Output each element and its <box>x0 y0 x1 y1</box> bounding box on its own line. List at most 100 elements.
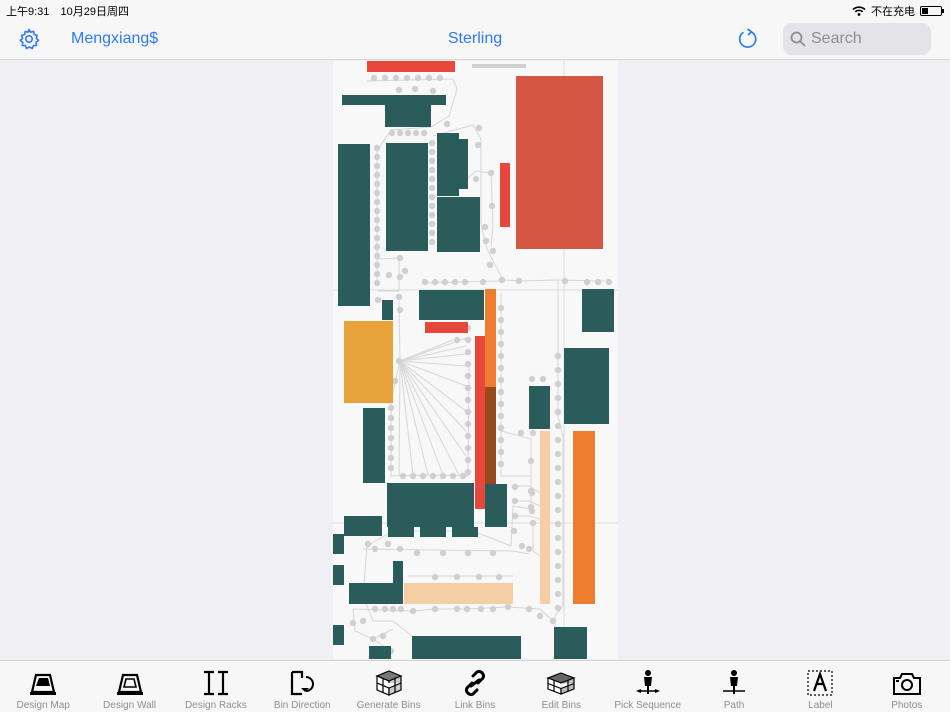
red-bin[interactable] <box>475 336 485 509</box>
rack[interactable] <box>437 197 480 252</box>
map-svg[interactable] <box>333 61 618 659</box>
path-node <box>510 527 518 535</box>
tab-bar: Design Map Design Wall Design Racks Bin … <box>0 660 950 712</box>
rack[interactable] <box>420 527 446 537</box>
page-title[interactable]: Sterling <box>448 30 502 47</box>
red-bin[interactable] <box>500 163 510 227</box>
tab-design-racks[interactable]: Design Racks <box>173 661 259 712</box>
path-node <box>373 243 381 251</box>
path-node <box>419 472 427 480</box>
path-node <box>428 238 436 246</box>
rack[interactable] <box>338 144 370 306</box>
orange-bin[interactable] <box>573 431 595 604</box>
path-node <box>554 534 562 542</box>
path-node <box>554 408 562 416</box>
rack[interactable] <box>459 139 468 189</box>
warehouse-map[interactable] <box>333 61 618 659</box>
rack[interactable] <box>369 646 391 659</box>
red-bin[interactable] <box>367 61 455 72</box>
tab-path[interactable]: Path <box>691 661 777 712</box>
orange-bin[interactable] <box>485 289 496 387</box>
path-node <box>477 605 485 613</box>
rack[interactable] <box>452 527 478 537</box>
rack[interactable] <box>333 625 344 645</box>
rack[interactable] <box>333 565 344 585</box>
rack[interactable] <box>385 105 431 127</box>
path-node <box>387 434 395 442</box>
tab-photos[interactable]: Photos <box>864 661 950 712</box>
search-input[interactable] <box>811 29 923 49</box>
tab-label[interactable]: Label <box>777 661 863 712</box>
rack[interactable] <box>437 133 459 196</box>
path-node <box>373 216 381 224</box>
tab-label: Design Racks <box>185 700 247 711</box>
rack[interactable] <box>419 290 484 320</box>
gray-bar[interactable] <box>472 64 526 68</box>
status-right: 不在充电 <box>852 3 944 19</box>
rack[interactable] <box>344 516 382 536</box>
path-node <box>413 549 421 557</box>
peach-bin[interactable] <box>404 583 513 604</box>
path-node <box>399 472 407 480</box>
search-box[interactable] <box>783 23 931 55</box>
path-segment <box>399 360 429 476</box>
red-bin[interactable] <box>425 322 468 333</box>
tab-pick-sequence[interactable]: Pick Sequence <box>605 661 691 712</box>
rack[interactable] <box>388 527 414 537</box>
tab-generate-bins[interactable]: Generate Bins <box>345 661 431 712</box>
rack[interactable] <box>485 484 507 527</box>
path-node <box>374 296 382 304</box>
path-node <box>453 573 461 581</box>
gear-icon[interactable] <box>17 27 41 51</box>
path-node <box>497 424 505 432</box>
tab-label: Edit Bins <box>541 700 582 711</box>
path-node <box>464 336 472 344</box>
path-node <box>387 444 395 452</box>
path-node <box>498 276 506 284</box>
user-button[interactable]: Mengxiang$ <box>71 30 158 48</box>
charging-status: 不在充电 <box>871 6 915 18</box>
red-bin-large[interactable] <box>516 76 603 249</box>
path-node <box>487 169 495 177</box>
tab-design-wall[interactable]: Design Wall <box>86 661 172 712</box>
rack[interactable] <box>529 386 550 429</box>
path-node <box>401 267 409 275</box>
rack[interactable] <box>412 636 521 659</box>
tab-label: Generate Bins <box>356 700 421 711</box>
tab-design-map[interactable]: Design Map <box>0 661 86 712</box>
path-node <box>373 261 381 269</box>
bins-layer[interactable] <box>333 61 614 659</box>
path-node <box>464 468 472 476</box>
rack[interactable] <box>333 534 344 554</box>
path-node <box>388 129 396 137</box>
rack[interactable] <box>393 561 403 583</box>
rack[interactable] <box>387 483 474 527</box>
path-node <box>409 607 417 615</box>
tab-label: Bin Direction <box>273 700 331 711</box>
path-node <box>411 85 419 93</box>
rack[interactable] <box>564 348 609 424</box>
rack[interactable] <box>342 95 446 105</box>
refresh-icon[interactable] <box>736 27 760 51</box>
path-node <box>474 141 482 149</box>
path-node <box>439 472 447 480</box>
path-node <box>554 492 562 500</box>
path-node <box>605 278 613 286</box>
rack[interactable] <box>349 583 403 604</box>
peach-bin[interactable] <box>540 431 550 604</box>
path-node <box>421 278 429 286</box>
tab-edit-bins[interactable]: Edit Bins <box>518 661 604 712</box>
rack[interactable] <box>363 408 385 483</box>
rack[interactable] <box>386 143 428 251</box>
path-node <box>497 304 505 312</box>
tab-bin-direction[interactable]: Bin Direction <box>259 661 345 712</box>
path-node <box>396 273 404 281</box>
rack[interactable] <box>582 289 614 332</box>
photos-icon <box>892 673 921 695</box>
rack[interactable] <box>382 300 393 320</box>
tab-link-bins[interactable]: Link Bins <box>432 661 518 712</box>
rack[interactable] <box>554 627 587 659</box>
path-segment <box>515 515 541 520</box>
path-segment <box>398 360 401 476</box>
amber-bin[interactable] <box>344 321 393 403</box>
